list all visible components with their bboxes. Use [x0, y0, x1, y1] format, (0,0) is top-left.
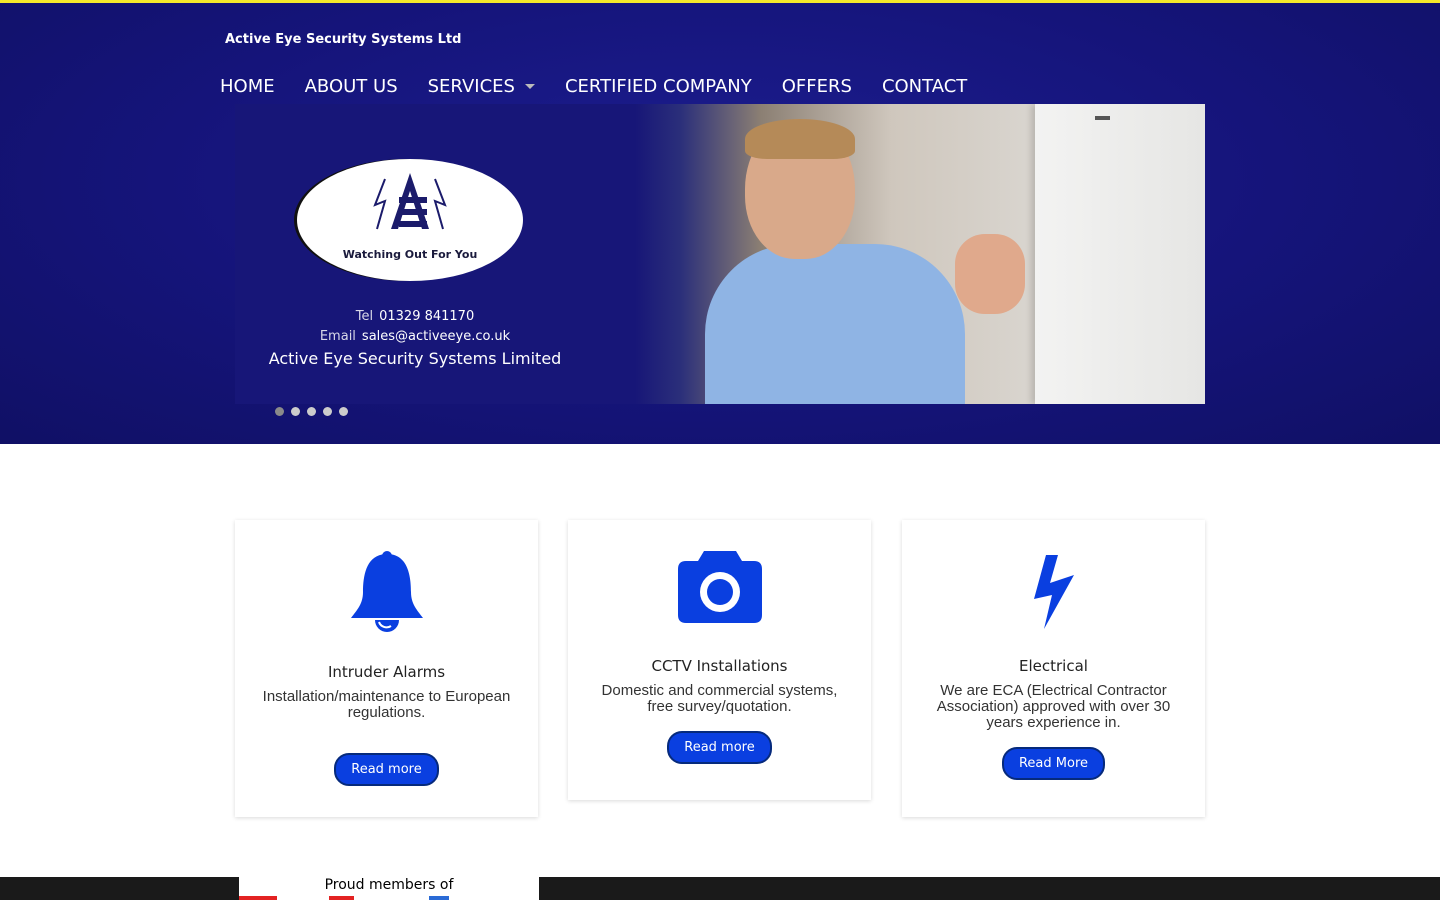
site-header: Active Eye Security Systems Ltd HOME ABO…: [0, 3, 1440, 444]
nav-label: CERTIFIED COMPANY: [564, 76, 752, 97]
card-title: CCTV Installations: [651, 657, 788, 675]
motion-sensor: [1095, 116, 1110, 120]
slide-contact-info: Tel 01329 841170 Email sales@activeeye.co.…: [235, 309, 595, 368]
slider-pagination: [275, 407, 348, 416]
tel-value: 01329 841170: [379, 309, 475, 324]
nav-item-contact[interactable]: CONTACT: [882, 76, 967, 97]
email-line: Email sales@activeeye.co.uk: [235, 329, 595, 344]
member-logo-fragment: [429, 896, 449, 900]
card-icon-wrap: [568, 547, 871, 627]
service-card-cctv: CCTV Installations Domestic and commerci…: [568, 520, 871, 800]
company-logo: Watching Out For You: [297, 159, 523, 281]
slider-dot-2[interactable]: [291, 407, 300, 416]
logo-tagline: Watching Out For You: [342, 248, 478, 261]
service-card-electrical: Electrical We are ECA (Electrical Contra…: [902, 520, 1205, 817]
email-value: sales@activeeye.co.uk: [361, 329, 511, 344]
card-title: Electrical: [1019, 657, 1088, 675]
company-name: Active Eye Security Systems Limited: [268, 349, 562, 368]
caret-down-icon: [524, 84, 535, 89]
nav-label: ABOUT US: [304, 76, 398, 97]
button-row: Read more: [568, 731, 871, 764]
nav-item-services[interactable]: SERVICES: [428, 76, 535, 97]
person-hand: [955, 234, 1025, 314]
card-description: Domestic and commercial systems, free su…: [601, 682, 838, 715]
slider-dot-4[interactable]: [323, 407, 332, 416]
ae-logo-icon: [373, 173, 447, 230]
bell-icon: [350, 551, 423, 632]
hero-slider[interactable]: Watching Out For You Tel 01329 841170 Ema…: [235, 104, 1205, 404]
footer-band: [0, 877, 1440, 900]
nav-label: SERVICES: [427, 76, 515, 97]
camera-icon: [677, 551, 762, 623]
button-row: Read More: [902, 747, 1205, 780]
proud-members-banner[interactable]: Proud members of: [239, 877, 539, 900]
slider-dot-5[interactable]: [339, 407, 348, 416]
cctv-read-more-button[interactable]: Read more: [667, 731, 772, 764]
member-logo-fragment: [239, 896, 277, 900]
nav-item-certified-company[interactable]: CERTIFIED COMPANY: [565, 76, 752, 97]
proud-members-text: Proud members of: [324, 877, 454, 893]
card-icon-wrap: [235, 545, 538, 635]
email-label: Email: [319, 329, 356, 344]
button-row: Read more: [235, 753, 538, 786]
main-nav: HOME ABOUT US SERVICES CERTIFIED COMPANY…: [220, 76, 997, 97]
card-title: Intruder Alarms: [327, 663, 446, 681]
card-icon-wrap: [902, 552, 1205, 632]
nav-item-about-us[interactable]: ABOUT US: [305, 76, 398, 97]
tel-line: Tel 01329 841170: [235, 309, 595, 324]
wall-panel: [1035, 104, 1205, 404]
card-description: Installation/maintenance to European reg…: [262, 688, 511, 721]
card-description: We are ECA (Electrical Contractor Associ…: [936, 682, 1171, 731]
slider-dot-3[interactable]: [307, 407, 316, 416]
member-logo-fragment: [329, 896, 354, 900]
intruder-alarms-read-more-button[interactable]: Read more: [334, 753, 439, 786]
slide-photo: [635, 104, 1205, 404]
service-card-intruder-alarms: Intruder Alarms Installation/maintenance…: [235, 520, 538, 817]
slider-dot-1[interactable]: [275, 407, 284, 416]
nav-item-home[interactable]: HOME: [220, 76, 275, 97]
site-title[interactable]: Active Eye Security Systems Ltd: [225, 32, 461, 47]
nav-item-offers[interactable]: OFFERS: [782, 76, 852, 97]
lightning-icon: [1033, 555, 1074, 629]
person-shirt: [705, 244, 965, 404]
person-hair: [745, 119, 855, 159]
nav-label: CONTACT: [881, 76, 968, 97]
tel-label: Tel: [355, 309, 374, 324]
electrical-read-more-button[interactable]: Read More: [1001, 747, 1106, 780]
nav-label: HOME: [220, 76, 275, 97]
nav-label: OFFERS: [781, 76, 852, 97]
